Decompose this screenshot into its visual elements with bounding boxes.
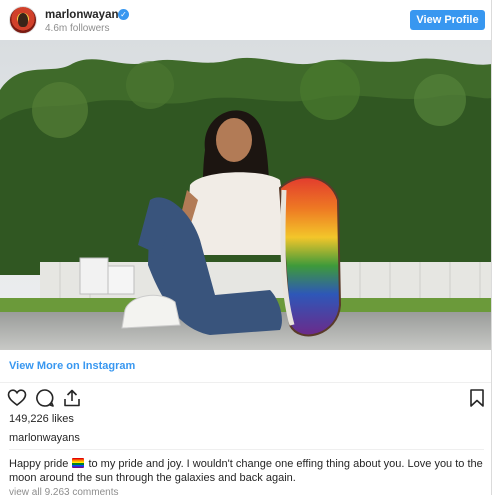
bookmark-icon[interactable] xyxy=(467,388,487,408)
username[interactable]: marlonwayans xyxy=(45,9,125,22)
view-more-bar: View More on Instagram xyxy=(0,350,491,383)
action-bar xyxy=(0,386,491,410)
instagram-embed-card: marlonwayans ✓ 4.6m followers View Profi… xyxy=(0,0,492,495)
post-photo[interactable] xyxy=(0,40,491,350)
verified-badge-icon: ✓ xyxy=(118,9,129,20)
view-profile-button[interactable]: View Profile xyxy=(410,10,485,30)
post-caption: Happy pride to my pride and joy. I would… xyxy=(9,457,487,485)
like-count[interactable]: 149,226 likes xyxy=(9,413,74,426)
rainbow-emoji xyxy=(72,458,85,468)
avatar[interactable] xyxy=(9,6,37,34)
post-header: marlonwayans ✓ 4.6m followers View Profi… xyxy=(0,0,491,40)
heart-icon[interactable] xyxy=(7,388,27,408)
post-photo-graphic xyxy=(0,40,491,350)
view-all-comments-link[interactable]: view all 9,263 comments xyxy=(9,487,119,495)
caption-username[interactable]: marlonwayans xyxy=(9,432,80,445)
comment-icon[interactable] xyxy=(35,388,55,408)
share-icon[interactable] xyxy=(62,388,82,408)
follower-count: 4.6m followers xyxy=(45,23,110,34)
caption-text-start: Happy pride xyxy=(9,458,69,470)
divider xyxy=(9,449,484,450)
view-more-on-instagram-link[interactable]: View More on Instagram xyxy=(9,360,135,373)
